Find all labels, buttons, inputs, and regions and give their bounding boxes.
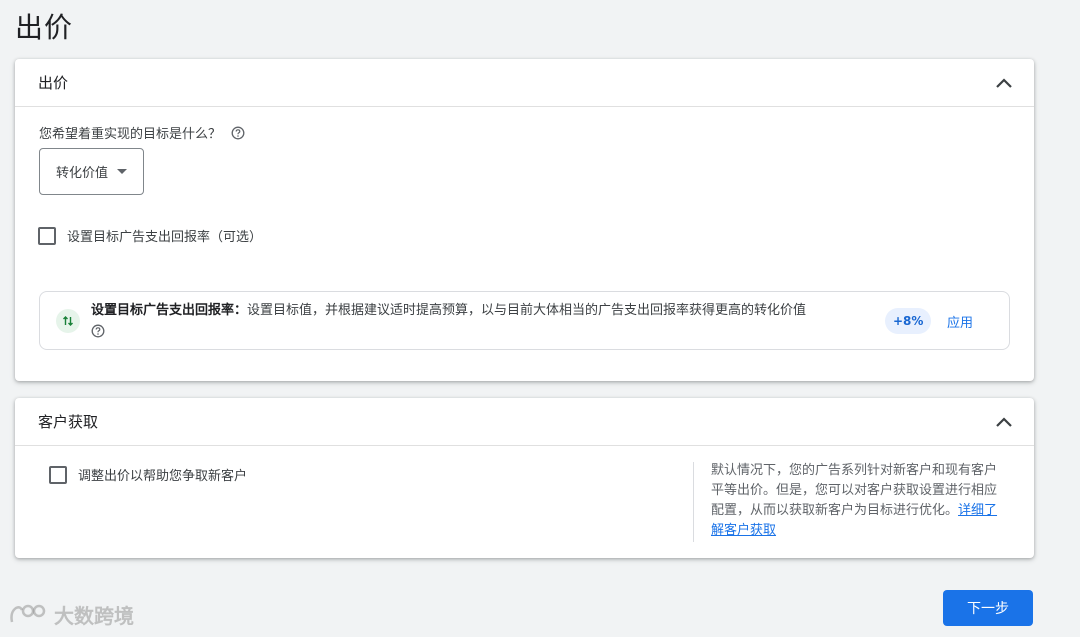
bidding-card-title: 出价 bbox=[38, 74, 69, 92]
troas-option: 设置目标广告支出回报率（可选） bbox=[38, 226, 262, 245]
goal-dropdown-value: 转化价值 bbox=[56, 166, 109, 181]
bidding-card: 出价 您希望着重实现的目标是什么？ 转化价值 设置目标广告支出回报率（可选） 设… bbox=[15, 59, 1034, 381]
new-customer-checkbox[interactable] bbox=[49, 465, 67, 484]
watermark: 大数跨境 bbox=[8, 600, 134, 629]
troas-checkbox[interactable] bbox=[38, 226, 56, 245]
troas-recommendation: 设置目标广告支出回报率：设置目标值，并根据建议适时提高预算，以与目前大体相当的广… bbox=[39, 291, 1010, 350]
next-button[interactable]: 下一步 bbox=[943, 590, 1033, 626]
new-customer-checkbox-label: 调整出价以帮助您争取新客户 bbox=[78, 469, 248, 484]
recommendation-body: 设置目标值，并根据建议适时提高预算，以与目前大体相当的广告支出回报率获得更高的转… bbox=[247, 303, 807, 318]
acquisition-description-text: 默认情况下，您的广告系列针对新客户和现有客户平等出价。但是，您可以对客户获取设置… bbox=[711, 463, 998, 518]
troas-checkbox-label: 设置目标广告支出回报率（可选） bbox=[67, 230, 263, 245]
acquisition-card-title: 客户获取 bbox=[38, 413, 99, 431]
help-icon[interactable] bbox=[231, 126, 245, 140]
bidding-card-header[interactable]: 出价 bbox=[15, 59, 1034, 107]
recommendation-title: 设置目标广告支出回报率： bbox=[91, 303, 248, 318]
recommendation-text: 设置目标广告支出回报率：设置目标值，并根据建议适时提高预算，以与目前大体相当的广… bbox=[91, 301, 881, 341]
acquisition-description: 默认情况下，您的广告系列针对新客户和现有客户平等出价。但是，您可以对客户获取设置… bbox=[711, 461, 1001, 541]
chevron-up-icon[interactable] bbox=[992, 71, 1016, 95]
acquisition-card-header[interactable]: 客户获取 bbox=[15, 398, 1034, 446]
goal-question: 您希望着重实现的目标是什么？ bbox=[39, 123, 245, 142]
watermark-logo-icon bbox=[8, 602, 48, 628]
customer-acquisition-card: 客户获取 调整出价以帮助您争取新客户 默认情况下，您的广告系列针对新客户和现有客… bbox=[15, 398, 1034, 558]
apply-button[interactable]: 应用 bbox=[947, 312, 973, 331]
trend-arrows-icon bbox=[56, 309, 80, 333]
chevron-up-icon[interactable] bbox=[992, 410, 1016, 434]
goal-dropdown[interactable]: 转化价值 bbox=[39, 148, 144, 195]
caret-down-icon bbox=[117, 168, 128, 175]
goal-question-label: 您希望着重实现的目标是什么？ bbox=[39, 127, 222, 142]
divider bbox=[693, 462, 694, 542]
watermark-text: 大数跨境 bbox=[54, 604, 134, 628]
uplift-badge: +8% bbox=[885, 308, 932, 334]
new-customer-option: 调整出价以帮助您争取新客户 bbox=[49, 465, 247, 484]
page-title: 出价 bbox=[15, 11, 74, 44]
help-icon[interactable] bbox=[91, 324, 105, 338]
